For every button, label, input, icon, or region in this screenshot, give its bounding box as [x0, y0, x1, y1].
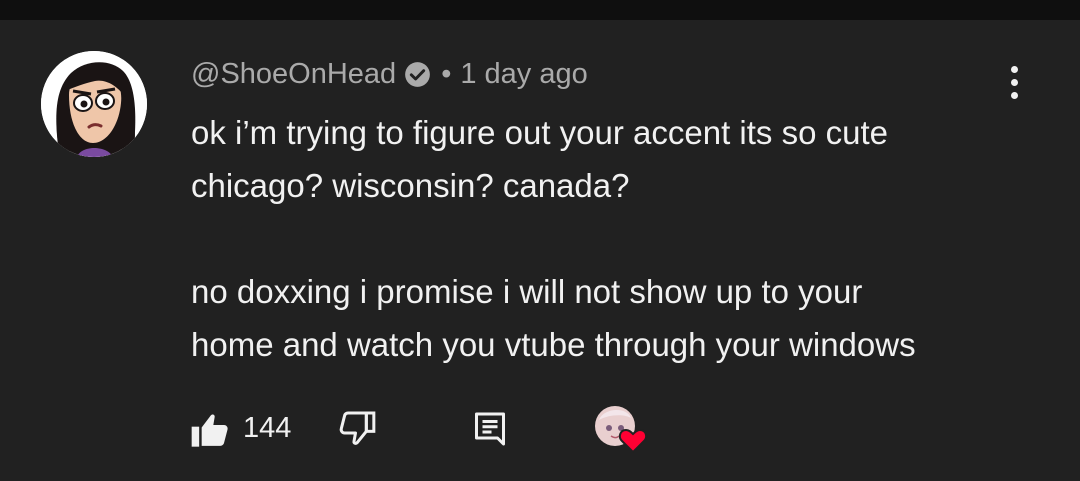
- reply-button[interactable]: [472, 409, 508, 449]
- comment-line: ok i’m trying to figure out your accent …: [191, 114, 888, 151]
- header-separator: •: [441, 57, 452, 90]
- author-avatar[interactable]: [41, 51, 147, 157]
- more-options-button[interactable]: [996, 60, 1032, 104]
- verified-check-icon: [404, 61, 431, 88]
- dislike-button[interactable]: [338, 408, 378, 448]
- comment-line: [191, 212, 1051, 265]
- top-status-bar: [0, 0, 1080, 20]
- more-vertical-icon: [1010, 65, 1018, 73]
- creator-heart-badge: [593, 404, 653, 454]
- comment-timestamp[interactable]: 1 day ago: [460, 58, 587, 91]
- comment-line: home and watch you vtube through your wi…: [191, 326, 916, 363]
- comment-body: ok i’m trying to figure out your accent …: [191, 106, 1051, 371]
- author-name[interactable]: @ShoeOnHead: [191, 58, 396, 91]
- comment-line: no doxxing i promise i will not show up …: [191, 273, 863, 310]
- like-count: 144: [243, 412, 292, 444]
- thumbs-down-icon: [339, 411, 376, 445]
- thumbs-up-icon: [191, 414, 228, 447]
- comment-line: chicago? wisconsin? canada?: [191, 167, 630, 204]
- like-button[interactable]: [190, 410, 230, 450]
- avatar-illustration: [41, 51, 147, 157]
- comment-header: @ShoeOnHead • 1 day ago: [191, 54, 588, 94]
- reply-comment-icon: [475, 412, 505, 446]
- heart-icon: [618, 428, 648, 454]
